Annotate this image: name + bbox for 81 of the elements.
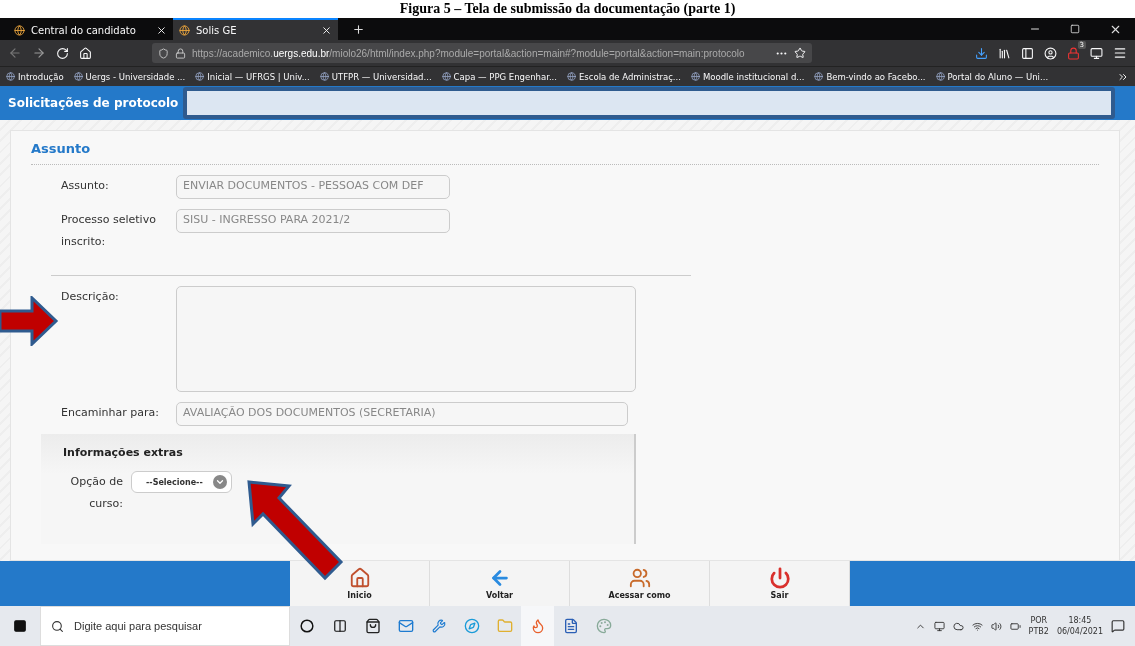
globe-icon bbox=[319, 72, 329, 81]
wifi-icon[interactable] bbox=[971, 620, 983, 632]
shield-icon bbox=[158, 47, 169, 59]
taskbar-search-field[interactable]: Digite aqui para pesquisar bbox=[40, 606, 290, 646]
close-icon bbox=[321, 24, 332, 36]
field-label: Encaminhar para: bbox=[61, 405, 160, 421]
globe-icon bbox=[6, 72, 15, 81]
language-indicator[interactable]: POR PTB2 bbox=[1028, 615, 1049, 637]
course-select[interactable]: --Selecione-- bbox=[131, 471, 232, 493]
plus-icon bbox=[351, 22, 365, 36]
close-icon bbox=[156, 24, 167, 36]
lock-icon bbox=[175, 47, 186, 59]
toolbar-button[interactable]: Inicio bbox=[290, 561, 430, 606]
url-text: https://academico.uergs.edu.br/miolo26/html/index.php?module=portal&action=main#?module=portal&action=main:protocolo bbox=[192, 47, 746, 59]
browser-tab[interactable]: Solis GE bbox=[173, 18, 338, 40]
chevron-icon bbox=[212, 475, 227, 489]
site-icon bbox=[179, 24, 190, 36]
restore-icon bbox=[1070, 24, 1080, 34]
download-icon[interactable] bbox=[975, 46, 988, 60]
bookmark-link[interactable]: Capa — PPG Engenhar... bbox=[441, 71, 557, 82]
house-icon bbox=[348, 567, 371, 589]
reload-icon[interactable] bbox=[56, 46, 69, 60]
globe-icon bbox=[935, 72, 945, 81]
search-icon bbox=[51, 619, 64, 633]
bookmark-link[interactable]: Escola de Administraç... bbox=[567, 71, 681, 82]
field-label: Assunto: bbox=[61, 178, 110, 194]
task-view-icon bbox=[332, 619, 347, 633]
bookmark-link[interactable]: Inicial — UFRGS | Univ... bbox=[195, 71, 310, 82]
browser-tab[interactable]: Central do candidato bbox=[8, 18, 173, 40]
search-field[interactable]: Digite aqui para pesquisar bbox=[72, 619, 279, 633]
library-icon[interactable] bbox=[998, 46, 1011, 60]
toolbar-button[interactable]: Sair bbox=[710, 561, 850, 606]
windows-icon bbox=[13, 619, 27, 633]
speaker-icon[interactable] bbox=[990, 620, 1002, 632]
figure-caption: Figura 5 – Tela de submissão da documentação (parte 1) bbox=[398, 0, 737, 18]
account-icon[interactable] bbox=[1044, 46, 1057, 60]
star-icon[interactable] bbox=[794, 47, 806, 59]
cloud-icon[interactable] bbox=[952, 620, 964, 632]
globe-icon bbox=[567, 72, 576, 81]
menu-icon[interactable] bbox=[1113, 46, 1127, 60]
bookmark-link[interactable]: Portal do Aluno — Uni... bbox=[935, 71, 1049, 82]
palette-icon bbox=[595, 618, 612, 634]
people-icon bbox=[628, 567, 651, 589]
toolbar-button[interactable]: Acessar como bbox=[570, 561, 710, 606]
toolbar-button[interactable]: Voltar bbox=[430, 561, 570, 606]
sidebar-icon[interactable] bbox=[1021, 46, 1034, 60]
header-field[interactable] bbox=[183, 87, 1115, 119]
bookmark-link[interactable]: UTFPR — Universidad... bbox=[319, 71, 432, 82]
page-title: Solicitações de protocolo bbox=[8, 96, 179, 110]
field-label: Opção de curso: bbox=[69, 474, 123, 512]
globe-icon bbox=[73, 72, 83, 81]
site-icon bbox=[14, 24, 25, 36]
mail-icon bbox=[397, 618, 414, 634]
bookmark-link[interactable]: Introdução bbox=[6, 71, 64, 82]
circle-icon bbox=[299, 619, 314, 633]
forward-icon[interactable] bbox=[32, 46, 46, 60]
globe-icon bbox=[814, 72, 824, 81]
clock[interactable]: 18:45 06/04/2021 bbox=[1056, 615, 1103, 637]
bookmark-link[interactable]: Moodle institucional d... bbox=[690, 71, 805, 82]
section-title: Assunto bbox=[31, 141, 1099, 165]
extras-title: Informações extras bbox=[63, 446, 184, 459]
globe-icon bbox=[441, 72, 451, 81]
back-icon[interactable] bbox=[8, 46, 22, 60]
field-label: Descrição: bbox=[61, 289, 120, 305]
notification-icon[interactable] bbox=[1111, 619, 1125, 633]
home-icon[interactable] bbox=[79, 46, 92, 60]
globe-icon bbox=[195, 72, 205, 81]
device-icon[interactable] bbox=[933, 620, 945, 632]
bookmark-link[interactable]: Uergs - Universidade ... bbox=[73, 71, 186, 82]
arrow-annotation bbox=[0, 296, 59, 346]
store-icon bbox=[364, 618, 381, 634]
address-bar[interactable]: https://academico.uergs.edu.br/miolo26/html/index.php?module=portal&action=main#?module=portal&action=main:protocolo bbox=[152, 43, 812, 63]
wrench-icon bbox=[431, 619, 446, 633]
lock-extension-icon[interactable] bbox=[1067, 46, 1080, 60]
field-label: Processo seletivo inscrito: bbox=[61, 212, 157, 250]
battery-icon[interactable] bbox=[1009, 620, 1021, 632]
globe-icon bbox=[690, 72, 700, 81]
power-icon bbox=[768, 567, 791, 589]
bookmark-link[interactable]: Bem-vindo ao Facebo... bbox=[814, 71, 926, 82]
folder-icon bbox=[496, 618, 513, 634]
document-icon bbox=[562, 618, 579, 634]
